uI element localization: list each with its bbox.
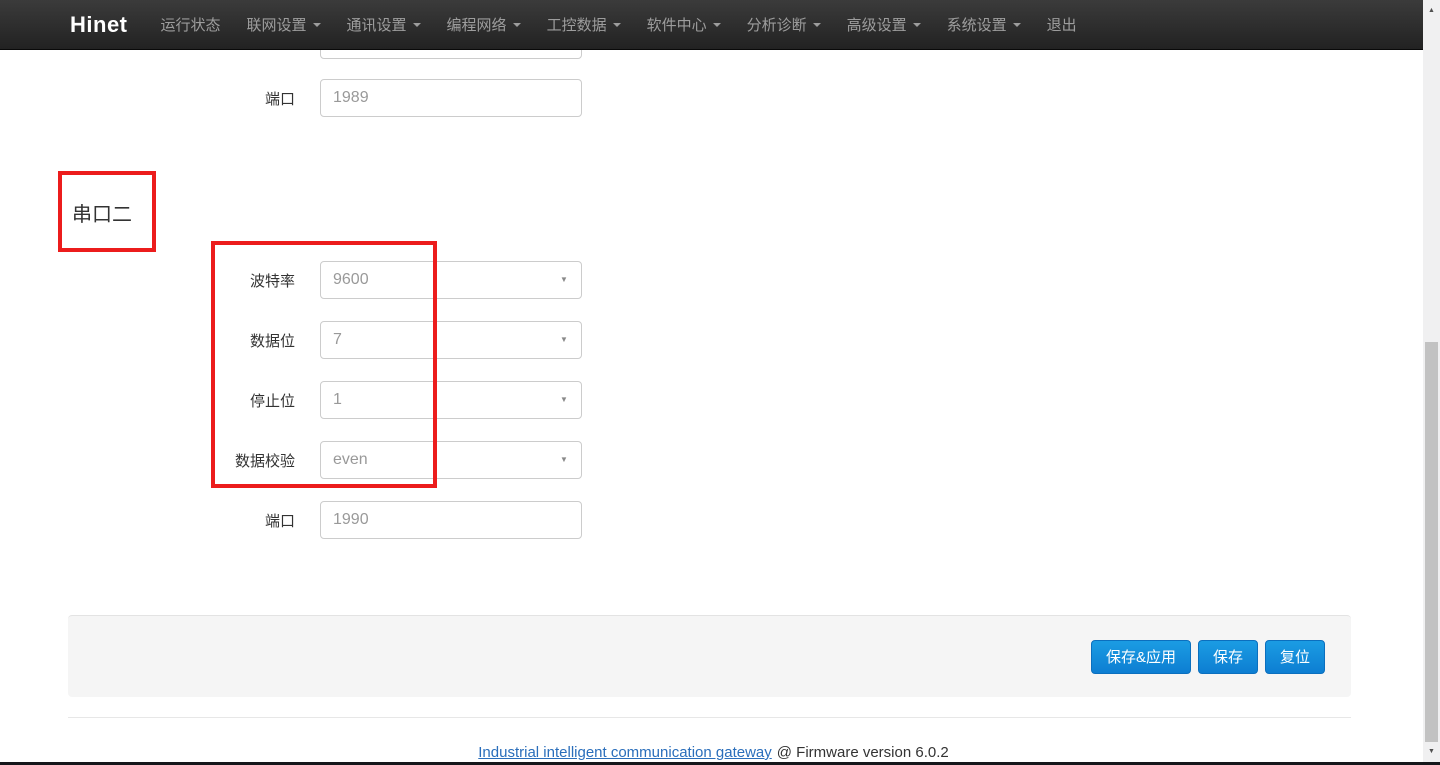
brand-logo[interactable]: Hinet [70,12,128,38]
footer-divider [68,717,1351,718]
navbar: Hinet 运行状态 联网设置 通讯设置 编程网络 工控数据 软件中心 分析诊断… [0,0,1423,50]
stop-bits-value: 1 [333,391,342,409]
dropdown-caret-icon: ▼ [560,276,568,285]
form-row: 波特率 9600 ▼ [150,261,582,299]
stop-bits-select[interactable]: 1 ▼ [320,381,582,419]
save-button[interactable]: 保存 [1198,640,1258,674]
chevron-down-icon [813,23,821,27]
form-row: 数据校验 even ▼ [150,441,582,479]
parity-value: even [333,451,368,469]
port1-input[interactable] [320,79,582,117]
nav-item-system-settings[interactable]: 系统设置 [934,0,1034,50]
action-bar: 保存&应用 保存 复位 [68,615,1351,697]
page: Hinet 运行状态 联网设置 通讯设置 编程网络 工控数据 软件中心 分析诊断… [0,0,1440,765]
footer: Industrial intelligent communication gat… [0,744,1427,761]
nav-item-logout[interactable]: 退出 [1034,0,1090,50]
chevron-down-icon [313,23,321,27]
nav-item-programming-network[interactable]: 编程网络 [434,0,534,50]
baud-rate-label: 波特率 [150,270,295,291]
footer-gateway-link[interactable]: Industrial intelligent communication gat… [478,744,772,761]
reset-button[interactable]: 复位 [1265,640,1325,674]
form-row: 停止位 1 ▼ [150,381,582,419]
stop-bits-label: 停止位 [150,390,295,411]
data-bits-label: 数据位 [150,330,295,351]
nav-item-industrial-data[interactable]: 工控数据 [534,0,634,50]
save-apply-button[interactable]: 保存&应用 [1091,640,1191,674]
chevron-down-icon [913,23,921,27]
chevron-down-icon [413,23,421,27]
nav-item-software-center[interactable]: 软件中心 [634,0,734,50]
dropdown-caret-icon: ▼ [560,396,568,405]
nav-item-comm-settings[interactable]: 通讯设置 [334,0,434,50]
scroll-down-icon[interactable]: ▼ [1423,743,1440,760]
baud-rate-select[interactable]: 9600 ▼ [320,261,582,299]
dropdown-caret-icon: ▼ [560,336,568,345]
chevron-down-icon [513,23,521,27]
chevron-down-icon [613,23,621,27]
scrollbar-thumb[interactable] [1425,342,1438,742]
firmware-version-text: @ Firmware version 6.0.2 [777,744,949,761]
parity-label: 数据校验 [150,450,295,471]
form-row: 端口 [150,79,582,117]
scroll-up-icon[interactable]: ▲ [1423,2,1440,19]
chevron-down-icon [1013,23,1021,27]
section-title-serial2: 串口二 [72,198,132,227]
baud-rate-value: 9600 [333,271,369,289]
port2-input[interactable] [320,501,582,539]
chevron-down-icon [713,23,721,27]
form-row: 数据位 7 ▼ [150,321,582,359]
dropdown-caret-icon: ▼ [560,456,568,465]
form-row: 端口 [150,501,582,539]
port1-label: 端口 [150,88,295,109]
data-bits-value: 7 [333,331,342,349]
data-bits-select[interactable]: 7 ▼ [320,321,582,359]
nav-items: 运行状态 联网设置 通讯设置 编程网络 工控数据 软件中心 分析诊断 高级设置 … [148,0,1090,50]
parity-select[interactable]: even ▼ [320,441,582,479]
scrollbar[interactable]: ▲ ▼ [1423,0,1440,765]
nav-item-analysis-diagnosis[interactable]: 分析诊断 [734,0,834,50]
nav-item-advanced-settings[interactable]: 高级设置 [834,0,934,50]
nav-item-running-status[interactable]: 运行状态 [148,0,234,50]
nav-item-network-settings[interactable]: 联网设置 [234,0,334,50]
port2-label: 端口 [150,510,295,531]
